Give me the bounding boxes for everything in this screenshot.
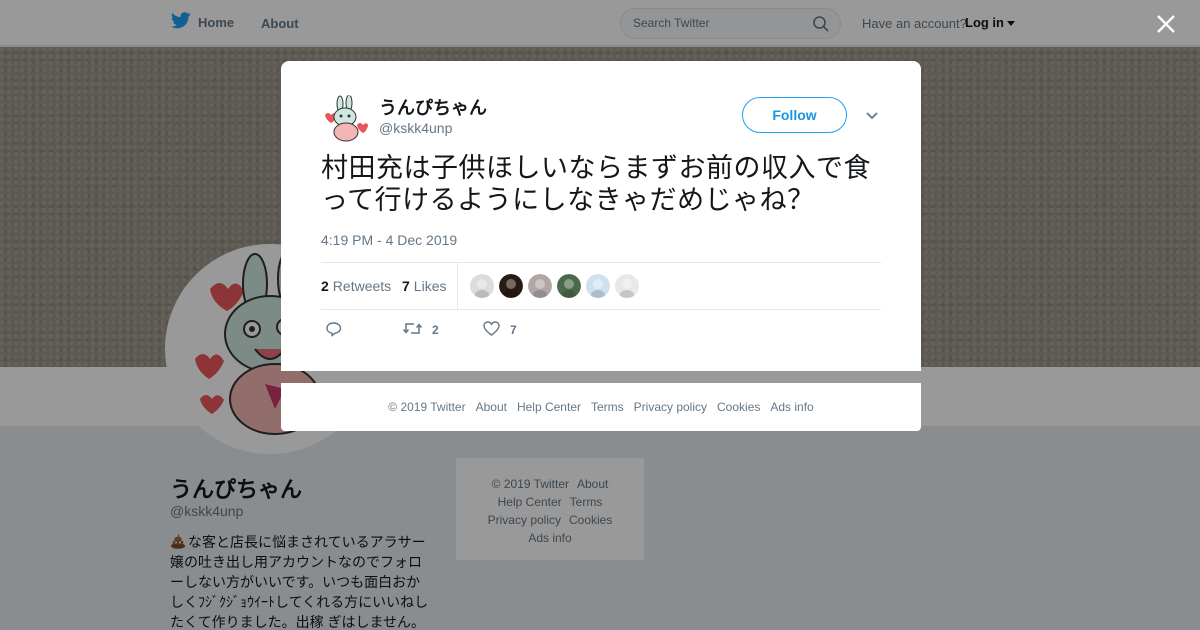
follow-button[interactable]: Follow [742, 97, 847, 133]
tweet-timestamp[interactable]: 4:19 PM - 4 Dec 2019 [321, 232, 457, 248]
heart-icon [483, 321, 500, 339]
footer-link[interactable]: Privacy policy [634, 400, 707, 414]
footer-link[interactable]: Cookies [717, 400, 760, 414]
tweet-modal: うんぴちゃん @kskk4unp Follow 村田充は子供ほしいならまずお前の… [281, 61, 921, 371]
reply-button[interactable] [325, 321, 342, 340]
liker-avatar[interactable] [499, 274, 523, 298]
footer-link[interactable]: Help Center [517, 400, 581, 414]
stats-divider [457, 263, 458, 309]
likes-stat[interactable]: 7 Likes [402, 278, 446, 294]
tweet-author-avatar[interactable] [321, 95, 369, 143]
liker-avatar[interactable] [470, 274, 494, 298]
likes-label: Likes [413, 278, 447, 294]
retweet-button[interactable]: 2 [402, 321, 439, 339]
reply-icon [325, 321, 342, 340]
close-icon[interactable] [1154, 12, 1178, 36]
tweet-author-handle[interactable]: @kskk4unp [379, 120, 452, 136]
footer-link[interactable]: Ads info [770, 400, 813, 414]
retweets-label: Retweets [332, 278, 392, 294]
footer-link[interactable]: About [476, 400, 507, 414]
footer-copyright: © 2019 Twitter [388, 400, 466, 414]
retweet-icon [402, 321, 423, 339]
tweet-text: 村田充は子供ほしいならまずお前の収入で食って行けるようにしなきゃだめじゃね？ [321, 153, 871, 216]
modal-footer: © 2019 Twitter About Help Center Terms Priva… [281, 383, 921, 431]
like-count: 7 [510, 323, 517, 337]
retweet-count: 2 [432, 323, 439, 337]
tweet-author-name[interactable]: うんぴちゃん [379, 94, 487, 120]
retweets-stat[interactable]: 2 Retweets [321, 278, 391, 294]
retweets-count: 2 [321, 278, 329, 294]
chevron-down-icon[interactable] [864, 109, 880, 121]
liker-avatar[interactable] [528, 274, 552, 298]
footer-link[interactable]: Terms [591, 400, 624, 414]
liker-avatars [470, 274, 639, 298]
tweet-stats: 2 Retweets 7 Likes [321, 262, 881, 310]
liker-avatar[interactable] [586, 274, 610, 298]
like-button[interactable]: 7 [483, 321, 517, 339]
liker-avatar[interactable] [615, 274, 639, 298]
likes-count: 7 [402, 278, 410, 294]
liker-avatar[interactable] [557, 274, 581, 298]
